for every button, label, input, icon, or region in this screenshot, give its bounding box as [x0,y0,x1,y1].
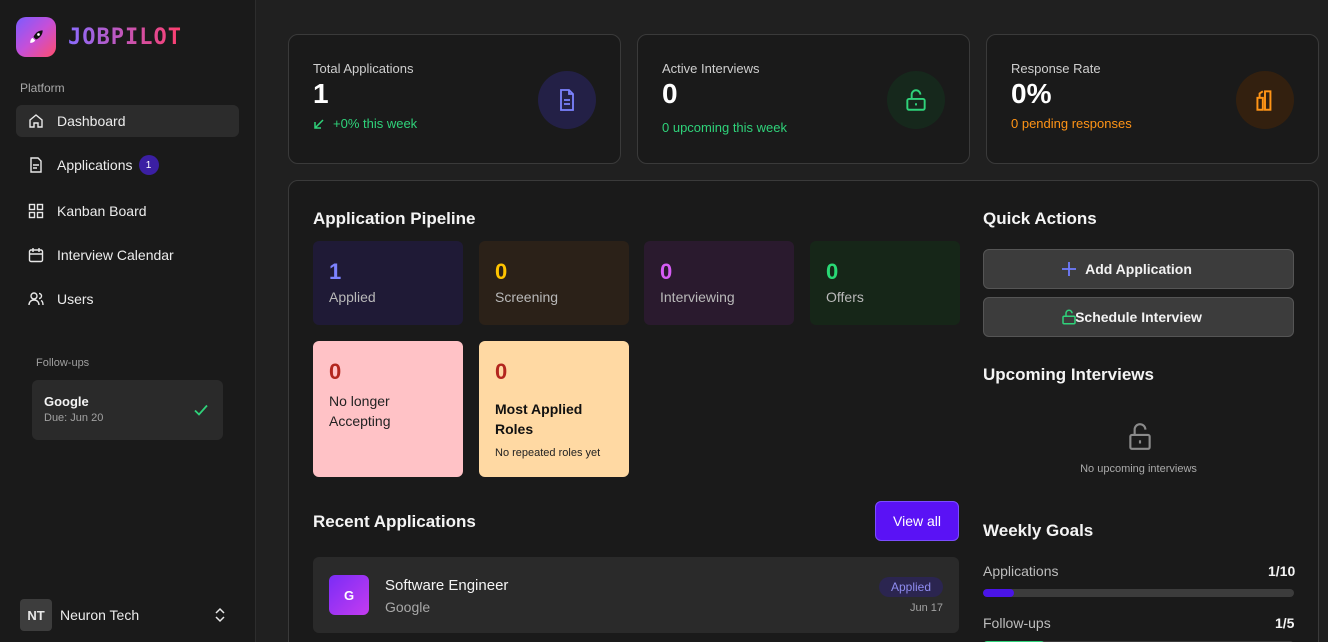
users-icon [28,291,44,307]
lock-icon [1060,308,1078,329]
count-badge: 1 [138,155,159,175]
trend-arrow-icon [314,118,324,129]
most-applied-note: No repeated roles yet [495,447,601,459]
brand[interactable]: JOBPILOT [16,17,182,57]
stat-subtext-label: +0% this week [333,116,418,131]
add-application-label: Add Application [1085,261,1192,277]
avatar: NT [20,599,52,631]
sidebar-item-applications[interactable]: Applications 1 [16,149,239,181]
home-icon [28,113,44,129]
stage-count: 0 [826,259,839,284]
pipeline-stage-applied[interactable]: 1 Applied [313,241,463,325]
stage-label: Interviewing [660,289,735,305]
list-item[interactable]: G Software Engineer Google Applied Jun 1… [313,557,959,633]
goal-value: 1/5 [1275,615,1295,631]
stage-count: 0 [495,259,508,284]
sidebar-item-calendar[interactable]: Interview Calendar [16,239,239,271]
check-icon[interactable] [193,402,209,423]
sidebar-item-kanban[interactable]: Kanban Board [16,195,239,227]
goal-value: 1/10 [1268,563,1296,579]
goal-label: Follow-ups [983,615,1051,631]
sidebar-nav: Dashboard Applications 1 Kanban Board In… [16,105,239,327]
schedule-interview-label: Schedule Interview [1075,309,1202,325]
goal-label: Applications [983,563,1059,579]
quick-actions-title: Quick Actions [983,209,1097,228]
followup-due-date: Due: Jun 20 [44,412,104,424]
most-applied-roles-card[interactable]: 0 Most Applied Roles No repeated roles y… [479,341,629,477]
main-panel: Application Pipeline 1 Applied 0 Screeni… [288,180,1319,642]
empty-state-text: No upcoming interviews [1080,463,1197,475]
add-application-button[interactable]: Add Application [983,249,1294,289]
followup-title: Google [44,394,89,409]
company-avatar: G [329,575,369,615]
stage-count: 1 [329,259,342,284]
rocket-icon [16,17,56,57]
sidebar-item-dashboard[interactable]: Dashboard [16,105,239,137]
upcoming-interviews-title: Upcoming Interviews [983,365,1154,384]
stage-label: No longer Accepting [329,393,391,429]
sidebar-item-label: Users [57,291,94,307]
pipeline-stage-offers[interactable]: 0 Offers [810,241,960,325]
pipeline-title: Application Pipeline [313,209,476,228]
calendar-icon [28,247,44,263]
platform-label: Platform [20,81,65,95]
plus-icon [1060,260,1078,281]
application-company: Google [385,599,431,615]
stage-label: Offers [826,289,864,305]
grid-icon [28,203,44,219]
status-badge: Applied [879,577,943,597]
sidebar-item-label: Dashboard [57,113,126,129]
user-menu[interactable]: NT Neuron Tech [20,599,232,631]
weekly-goals-title: Weekly Goals [983,521,1094,540]
pipeline-stage-screening[interactable]: 0 Screening [479,241,629,325]
recent-applications-title: Recent Applications [313,512,476,531]
sidebar: JOBPILOT Platform Dashboard Applications… [0,0,256,642]
lock-icon [887,71,945,129]
user-name: Neuron Tech [60,607,140,623]
stage-label: Applied [329,289,376,305]
stat-card-response-rate: Response Rate 0% 0 pending responses [986,34,1319,164]
no-longer-accepting-card[interactable]: 0 No longer Accepting [313,341,463,477]
schedule-interview-button[interactable]: Schedule Interview [983,297,1294,337]
stage-label: Screening [495,289,559,305]
chevron-up-down-icon [214,607,226,628]
sidebar-item-label: Kanban Board [57,203,147,219]
pipeline-stage-interviewing[interactable]: 0 Interviewing [644,241,794,325]
file-icon [28,157,44,173]
stage-count: 0 [660,259,673,284]
most-applied-title: Most Applied Roles [495,401,583,437]
stage-count: 0 [495,359,508,384]
followups-label: Follow-ups [36,357,90,369]
application-date: Jun 17 [910,602,944,614]
followup-card[interactable]: Google Due: Jun 20 [32,380,223,440]
chart-icon [1236,71,1294,129]
stage-count: 0 [329,359,342,384]
lock-icon [1127,421,1153,456]
goal-progress-bar [983,589,1294,597]
sidebar-item-users[interactable]: Users [16,283,239,315]
stat-card-active-interviews: Active Interviews 0 0 upcoming this week [637,34,970,164]
stat-card-total-applications: Total Applications 1 +0% this week [288,34,621,164]
goal-progress-fill [983,589,1015,597]
application-title: Software Engineer [385,577,509,594]
view-all-button[interactable]: View all [875,501,959,541]
brand-name: JOBPILOT [68,24,182,50]
sidebar-item-label: Interview Calendar [57,247,174,263]
document-icon [538,71,596,129]
sidebar-item-label: Applications [57,157,133,173]
